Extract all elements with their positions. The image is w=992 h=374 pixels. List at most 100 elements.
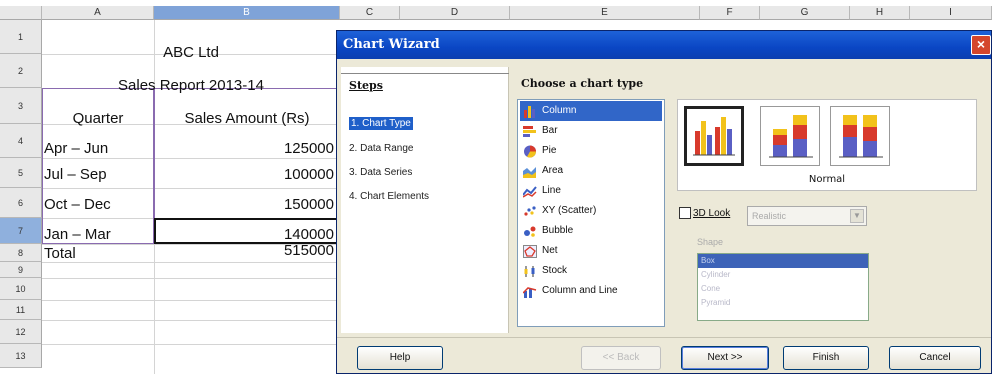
line-chart-icon — [523, 186, 537, 198]
column-header-h[interactable]: H — [850, 6, 910, 20]
dialog-title-bar[interactable]: Chart Wizard × — [337, 31, 991, 59]
steps-divider — [341, 73, 509, 74]
steps-panel: Steps 1. Chart Type 2. Data Range 3. Dat… — [341, 67, 509, 333]
close-button[interactable]: × — [971, 35, 991, 55]
close-icon: × — [976, 36, 986, 52]
steps-heading: Steps — [349, 79, 383, 92]
area-chart-icon — [523, 167, 536, 178]
grid-line — [42, 320, 340, 321]
column-header-f[interactable]: F — [700, 6, 760, 20]
cell-amount[interactable]: 100000 — [154, 166, 334, 183]
grid-line — [42, 344, 340, 345]
step-data-range[interactable]: 2. Data Range — [349, 143, 414, 154]
cell-amount[interactable]: 125000 — [154, 140, 334, 157]
variant-label: Normal — [808, 174, 846, 185]
variant-normal-thumbnail[interactable] — [684, 106, 744, 166]
dialog-button-bar: Help << Back Next >> Finish Cancel — [337, 337, 991, 374]
row-header[interactable]: 2 — [0, 54, 42, 88]
cancel-button[interactable]: Cancel — [889, 346, 981, 370]
variant-stacked-thumbnail[interactable] — [760, 106, 820, 166]
chart-type-column-and-line[interactable]: Column and Line — [520, 281, 662, 301]
shape-option-box[interactable]: Box — [698, 254, 868, 268]
cell-amount[interactable]: 150000 — [154, 196, 334, 213]
chart-type-list[interactable]: Column Bar Pie Area Line XY (Scatter) Bu… — [517, 99, 665, 327]
cell-quarter[interactable]: Apr – Jun — [44, 140, 108, 157]
checkbox-box[interactable] — [679, 207, 691, 219]
column-header-b[interactable]: B — [154, 6, 340, 20]
chevron-down-icon[interactable]: ▼ — [850, 209, 864, 223]
chart-variant-strip: Normal — [677, 99, 977, 191]
cell-quarter[interactable]: Jul – Sep — [44, 166, 107, 183]
header-sales-amount[interactable]: Sales Amount (Rs) — [154, 110, 340, 127]
net-chart-icon — [523, 245, 537, 258]
row-header[interactable]: 4 — [0, 124, 42, 158]
row-header[interactable]: 7 — [0, 218, 42, 244]
scatter-chart-icon — [524, 206, 536, 216]
chart-type-stock[interactable]: Stock — [520, 261, 662, 281]
total-label[interactable]: Total — [44, 245, 76, 262]
chart-type-area[interactable]: Area — [520, 161, 662, 181]
column-header-c[interactable]: C — [340, 6, 400, 20]
normal-column-icon — [693, 117, 735, 156]
column-header-e[interactable]: E — [510, 6, 700, 20]
dialog-title: Chart Wizard — [343, 37, 440, 52]
row-header[interactable]: 9 — [0, 262, 42, 278]
chart-type-xy-scatter[interactable]: XY (Scatter) — [520, 201, 662, 221]
grid-line — [42, 278, 340, 279]
report-subtitle[interactable]: Sales Report 2013-14 — [42, 77, 340, 94]
chart-type-line[interactable]: Line — [520, 181, 662, 201]
step-chart-elements[interactable]: 4. Chart Elements — [349, 191, 429, 202]
grid-line — [42, 262, 340, 263]
select-all-corner[interactable] — [0, 6, 42, 20]
next-button[interactable]: Next >> — [681, 346, 769, 370]
shape-list[interactable]: Box Cylinder Cone Pyramid — [697, 253, 869, 321]
step-data-series[interactable]: 3. Data Series — [349, 167, 412, 178]
column-header-g[interactable]: G — [760, 6, 850, 20]
pie-chart-icon — [524, 145, 536, 158]
column-header-a[interactable]: A — [42, 6, 154, 20]
bubble-chart-icon — [524, 226, 536, 237]
3d-look-checkbox[interactable]: 3D Look — [679, 207, 730, 219]
chart-type-bubble[interactable]: Bubble — [520, 221, 662, 241]
chart-wizard-dialog: Chart Wizard × Steps 1. Chart Type 2. Da… — [336, 30, 992, 374]
row-header[interactable]: 13 — [0, 344, 42, 368]
choose-chart-type-label: Choose a chart type — [521, 77, 644, 90]
chart-type-pie[interactable]: Pie — [520, 141, 662, 161]
row-header[interactable]: 8 — [0, 244, 42, 262]
row-header[interactable]: 10 — [0, 278, 42, 300]
help-button[interactable]: Help — [357, 346, 443, 370]
stacked-column-icon — [769, 115, 813, 158]
cell-quarter[interactable]: Jan – Mar — [44, 226, 111, 243]
chart-type-net[interactable]: Net — [520, 241, 662, 261]
row-header[interactable]: 12 — [0, 320, 42, 344]
column-header-i[interactable]: I — [910, 6, 992, 20]
finish-button[interactable]: Finish — [783, 346, 869, 370]
bar-chart-icon — [523, 126, 536, 137]
header-quarter[interactable]: Quarter — [42, 110, 154, 127]
shape-label: Shape — [697, 237, 724, 247]
chart-type-column[interactable]: Column — [520, 101, 662, 121]
column-and-line-chart-icon — [523, 287, 537, 298]
3d-look-select[interactable]: Realistic ▼ — [747, 206, 867, 226]
row-header[interactable]: 3 — [0, 88, 42, 124]
stock-chart-icon — [524, 266, 535, 277]
row-header[interactable]: 11 — [0, 300, 42, 320]
column-header-d[interactable]: D — [400, 6, 510, 20]
3d-look-label: 3D Look — [693, 207, 731, 219]
variant-percent-stacked-thumbnail[interactable] — [830, 106, 890, 166]
total-value[interactable]: 515000 — [154, 242, 334, 259]
row-header[interactable]: 5 — [0, 158, 42, 188]
report-title[interactable]: ABC Ltd — [42, 44, 340, 61]
grid-line — [42, 300, 340, 301]
percent-stacked-column-icon — [839, 115, 883, 158]
row-header[interactable]: 1 — [0, 20, 42, 54]
back-button[interactable]: << Back — [581, 346, 661, 370]
chart-type-bar[interactable]: Bar — [520, 121, 662, 141]
shape-option-cylinder[interactable]: Cylinder — [698, 268, 868, 282]
shape-option-cone[interactable]: Cone — [698, 282, 868, 296]
shape-option-pyramid[interactable]: Pyramid — [698, 296, 868, 310]
column-chart-icon — [524, 106, 535, 118]
cell-quarter[interactable]: Oct – Dec — [44, 196, 111, 213]
row-header[interactable]: 6 — [0, 188, 42, 218]
step-chart-type[interactable]: 1. Chart Type — [349, 117, 413, 130]
